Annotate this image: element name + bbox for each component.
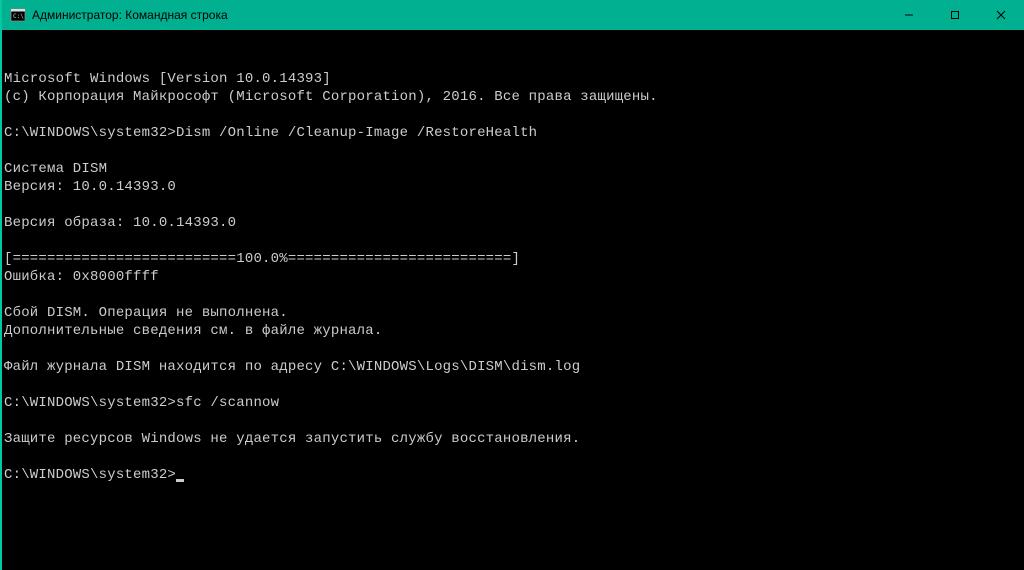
terminal-line: [==========================100.0%=======… [4,250,1022,268]
terminal-line [4,340,1022,358]
terminal-line [4,286,1022,304]
window-title: Администратор: Командная строка [32,8,886,22]
terminal-line: Версия: 10.0.14393.0 [4,178,1022,196]
terminal-line [4,232,1022,250]
terminal-line [4,412,1022,430]
titlebar[interactable]: C:\ Администратор: Командная строка [2,0,1024,30]
terminal-line: (c) Корпорация Майкрософт (Microsoft Cor… [4,88,1022,106]
terminal-line: Ошибка: 0x8000ffff [4,268,1022,286]
terminal-line: Дополнительные сведения см. в файле журн… [4,322,1022,340]
cmd-icon: C:\ [10,7,26,23]
maximize-button[interactable] [932,0,978,30]
terminal-line [4,448,1022,466]
terminal-line: C:\WINDOWS\system32>Dism /Online /Cleanu… [4,124,1022,142]
close-button[interactable] [978,0,1024,30]
terminal-line: Microsoft Windows [Version 10.0.14393] [4,70,1022,88]
terminal-line: Защите ресурсов Windows не удается запус… [4,430,1022,448]
minimize-button[interactable] [886,0,932,30]
command-prompt-window: C:\ Администратор: Командная строка Micr… [0,0,1024,570]
terminal-line: C:\WINDOWS\system32> [4,466,1022,484]
terminal-line: Файл журнала DISM находится по адресу C:… [4,358,1022,376]
terminal-line: Версия образа: 10.0.14393.0 [4,214,1022,232]
terminal-line [4,196,1022,214]
terminal-line [4,376,1022,394]
window-controls [886,0,1024,30]
terminal-line [4,106,1022,124]
cursor [176,479,184,482]
terminal-output[interactable]: Microsoft Windows [Version 10.0.14393](c… [2,30,1024,524]
svg-text:C:\: C:\ [13,13,24,20]
terminal-line [4,142,1022,160]
terminal-line: C:\WINDOWS\system32>sfc /scannow [4,394,1022,412]
terminal-line: Cистема DISM [4,160,1022,178]
terminal-line: Сбой DISM. Операция не выполнена. [4,304,1022,322]
